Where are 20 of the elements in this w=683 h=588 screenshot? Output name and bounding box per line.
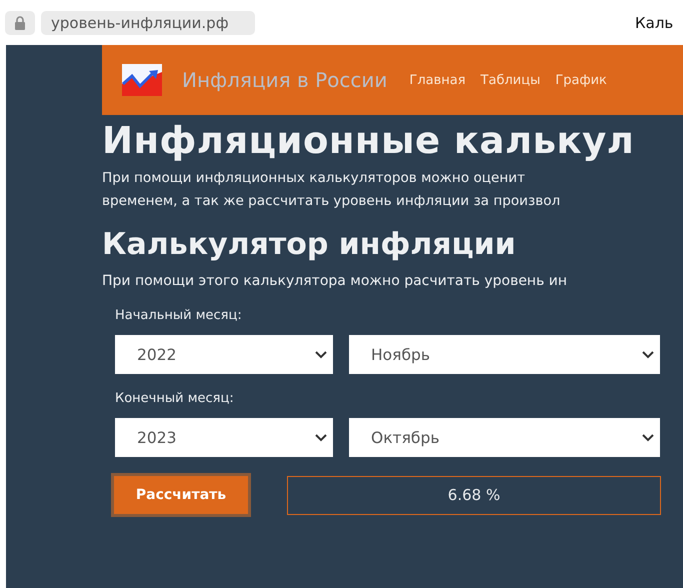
- month-select[interactable]: Ноябрь: [349, 335, 660, 374]
- chevron-down-icon: [642, 350, 654, 358]
- year-select[interactable]: 2022: [115, 335, 333, 374]
- chart-logo-icon[interactable]: [122, 64, 162, 96]
- chevron-down-icon: [315, 350, 327, 358]
- calculate-button[interactable]: Рассчитать: [111, 473, 251, 517]
- month-select[interactable]: Октябрь: [349, 418, 660, 457]
- url-field[interactable]: уровень-инфляции.рф: [41, 10, 255, 34]
- chevron-down-icon: [642, 434, 654, 442]
- chevron-down-icon: [315, 434, 327, 442]
- section-text: При помощи этого калькулятора можно расчитать уровень ин: [102, 272, 568, 291]
- lock-icon[interactable]: [5, 10, 35, 34]
- period-label: Конечный месяц:: [115, 390, 235, 408]
- page-heading: Инфляционные калькул: [102, 119, 636, 163]
- page-title-text: Каль: [635, 14, 674, 32]
- period-label: Начальный месяц:: [115, 307, 243, 325]
- section-heading: Калькулятор инфляции: [102, 226, 517, 264]
- result-field: 6.68 %: [287, 476, 661, 514]
- year-select[interactable]: 2023: [115, 418, 333, 457]
- intro-paragraph: При помощи инфляционных калькуляторов можно оценит временем, а так же рассчитать уровень инфляции за произвол: [102, 169, 562, 211]
